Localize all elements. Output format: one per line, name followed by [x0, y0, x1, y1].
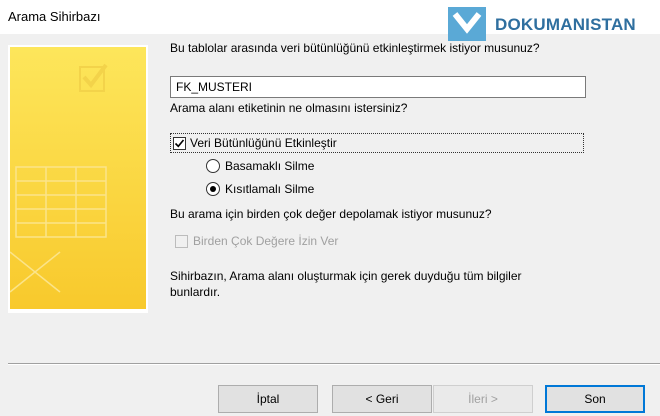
- wizard-side-image: [8, 45, 148, 313]
- window-title: Arama Sihirbazı: [8, 9, 101, 24]
- enable-integrity-label: Veri Bütünlüğünü Etkinleştir: [190, 136, 337, 150]
- question-label: Arama alanı etiketinin ne olmasını ister…: [170, 101, 408, 115]
- enable-integrity-checkbox-row[interactable]: Veri Bütünlüğünü Etkinleştir: [170, 133, 584, 153]
- separator: [8, 363, 660, 365]
- lookup-field-name-input[interactable]: [170, 76, 586, 98]
- restrict-delete-label: Kısıtlamalı Silme: [225, 182, 315, 196]
- allow-multiple-values-checkbox: [175, 234, 188, 248]
- next-button[interactable]: İleri >: [433, 385, 533, 413]
- wizard-info-text: Sihirbazın, Arama alanı oluşturmak için …: [170, 269, 522, 299]
- cascade-delete-radio[interactable]: [206, 159, 220, 173]
- question-multi-value: Bu arama için birden çok değer depolamak…: [170, 207, 492, 221]
- cascade-delete-label: Basamaklı Silme: [225, 159, 315, 173]
- watermark-logo: DOKUMANISTAN: [445, 5, 657, 45]
- back-button[interactable]: < Geri: [332, 385, 432, 413]
- finish-button[interactable]: Son: [545, 385, 645, 413]
- cancel-button[interactable]: İptal: [218, 385, 318, 413]
- lookup-wizard-window: Arama Sihirbazı DOKUMANISTAN Bu tablolar…: [0, 0, 660, 416]
- watermark-logo-icon: [448, 7, 486, 41]
- restrict-delete-radio[interactable]: [206, 182, 220, 196]
- wizard-illustration-icon: [10, 47, 146, 309]
- title-bar: Arama Sihirbazı DOKUMANISTAN: [0, 0, 660, 41]
- question-integrity: Bu tablolar arasında veri bütünlüğünü et…: [170, 41, 540, 55]
- restrict-delete-option[interactable]: Kısıtlamalı Silme: [206, 182, 314, 196]
- watermark-text: DOKUMANISTAN: [495, 15, 636, 34]
- checkmark-icon: [174, 138, 185, 147]
- allow-multiple-values-row: Birden Çok Değere İzin Ver: [173, 234, 338, 248]
- enable-integrity-checkbox[interactable]: [173, 136, 186, 150]
- allow-multiple-values-label: Birden Çok Değere İzin Ver: [193, 234, 339, 248]
- cascade-delete-option[interactable]: Basamaklı Silme: [206, 159, 314, 173]
